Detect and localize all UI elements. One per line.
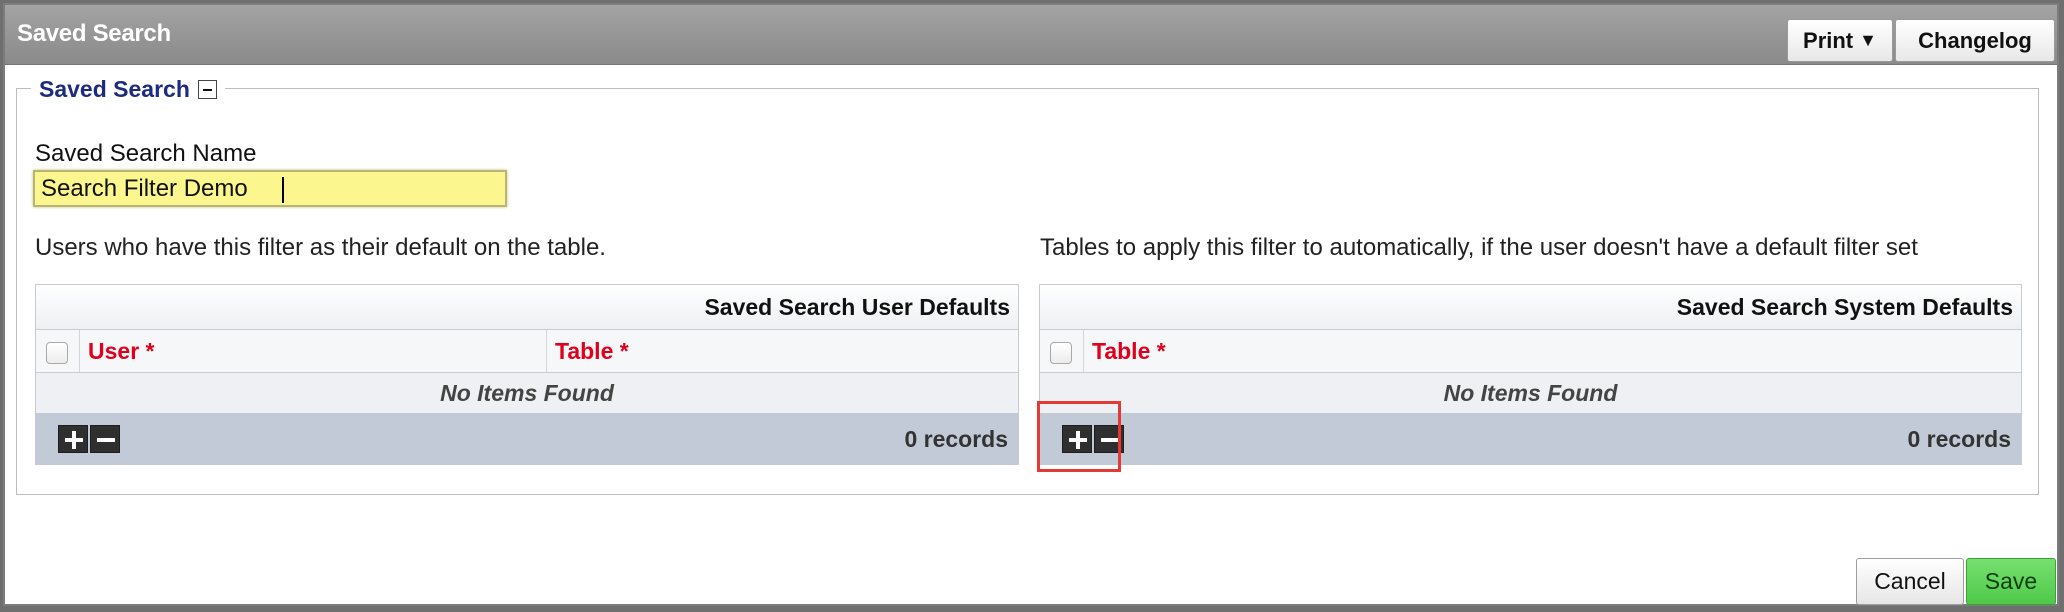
saved-search-fieldset: Saved Search Saved Search Name Users who… bbox=[16, 74, 2039, 495]
system-defaults-grid: Saved Search System Defaults Table * No … bbox=[1039, 284, 2022, 465]
column-header-table[interactable]: Table * bbox=[1084, 330, 2022, 372]
column-header-row: Table * bbox=[1040, 330, 2021, 373]
grid-footer: 0 records bbox=[1040, 413, 2021, 465]
empty-message: No Items Found bbox=[1040, 373, 2021, 413]
column-header-user[interactable]: User * bbox=[80, 330, 547, 372]
fieldset-legend: Saved Search bbox=[31, 74, 225, 104]
save-button[interactable]: Save bbox=[1966, 558, 2056, 605]
select-all-cell bbox=[1040, 330, 1084, 372]
add-row-icon[interactable] bbox=[1062, 425, 1092, 453]
print-button[interactable]: Print ▼ bbox=[1787, 19, 1893, 62]
text-cursor bbox=[282, 177, 284, 203]
remove-row-icon[interactable] bbox=[90, 425, 120, 453]
record-count: 0 records bbox=[1907, 425, 2011, 452]
saved-search-name-label: Saved Search Name bbox=[35, 140, 257, 167]
legend-title: Saved Search bbox=[39, 75, 190, 102]
remove-row-icon[interactable] bbox=[1094, 425, 1124, 453]
column-header-table[interactable]: Table * bbox=[547, 330, 1019, 372]
grid-footer: 0 records bbox=[36, 413, 1018, 465]
print-label: Print bbox=[1803, 27, 1854, 53]
user-defaults-grid: Saved Search User Defaults User * Table … bbox=[35, 284, 1019, 465]
grid-title: Saved Search User Defaults bbox=[36, 285, 1018, 330]
record-count: 0 records bbox=[904, 425, 1008, 452]
grid-title: Saved Search System Defaults bbox=[1040, 285, 2021, 330]
saved-search-dialog: Saved Search Print ▼ Changelog Saved Sea… bbox=[3, 3, 2059, 606]
column-header-row: User * Table * bbox=[36, 330, 1018, 373]
add-row-icon[interactable] bbox=[58, 425, 88, 453]
saved-search-name-input[interactable] bbox=[33, 170, 507, 207]
dropdown-arrow-icon: ▼ bbox=[1859, 30, 1877, 50]
title-bar: Saved Search Print ▼ Changelog bbox=[5, 5, 2057, 65]
empty-message: No Items Found bbox=[36, 373, 1018, 413]
cancel-button[interactable]: Cancel bbox=[1856, 558, 1964, 605]
user-defaults-description: Users who have this filter as their defa… bbox=[35, 234, 606, 261]
select-all-cell bbox=[36, 330, 80, 372]
collapse-icon[interactable] bbox=[197, 79, 217, 99]
changelog-button[interactable]: Changelog bbox=[1895, 19, 2055, 62]
dialog-title: Saved Search bbox=[17, 20, 171, 47]
system-defaults-description: Tables to apply this filter to automatic… bbox=[1040, 234, 1918, 261]
select-all-checkbox[interactable] bbox=[46, 342, 68, 364]
select-all-checkbox[interactable] bbox=[1050, 342, 1072, 364]
